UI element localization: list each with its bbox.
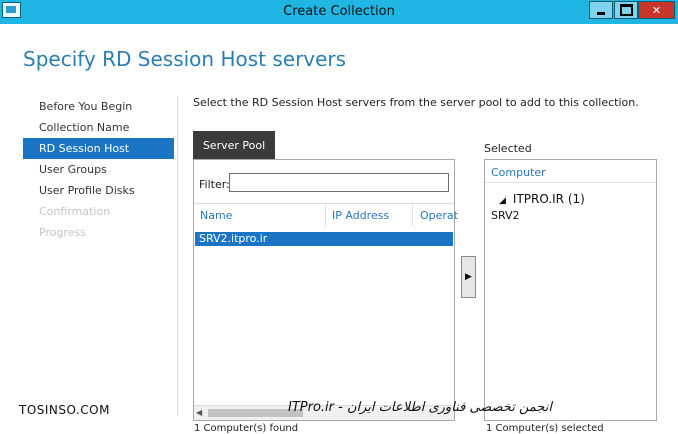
nav-item-user-groups[interactable]: User Groups xyxy=(23,159,174,180)
filter-label: Filter: xyxy=(199,178,230,191)
table-row[interactable]: SRV2.itpro.ir xyxy=(195,232,453,246)
selected-label: Selected xyxy=(484,142,532,155)
nav-item-confirmation: Confirmation xyxy=(39,205,111,218)
column-header-ip-address[interactable]: IP Address xyxy=(332,209,389,222)
scroll-left-icon[interactable]: ◀ xyxy=(196,408,206,418)
group-label: ITPRO.IR (1) xyxy=(512,192,585,206)
add-to-selected-button[interactable]: ▶ xyxy=(461,256,476,298)
page-heading: Specify RD Session Host servers xyxy=(23,47,347,71)
nav-item-collection-name[interactable]: Collection Name xyxy=(23,117,174,138)
group-itpro-ir[interactable]: ◢ ITPRO.IR (1) xyxy=(499,192,585,206)
tab-server-pool[interactable]: Server Pool xyxy=(193,131,275,159)
nav-item-rd-session-host[interactable]: RD Session Host xyxy=(23,138,174,159)
nav-divider xyxy=(177,96,178,416)
column-divider[interactable] xyxy=(412,204,413,226)
close-button[interactable]: ✕ xyxy=(638,1,675,19)
header-divider xyxy=(194,203,454,204)
watermark-left: TOSINSO.COM xyxy=(19,403,110,417)
nav-item-user-profile-disks[interactable]: User Profile Disks xyxy=(23,180,174,201)
collapse-triangle-icon[interactable]: ◢ xyxy=(499,196,506,206)
found-count: 1 Computer(s) found xyxy=(194,423,299,434)
instruction-text: Select the RD Session Host servers from … xyxy=(193,96,639,109)
column-header-name[interactable]: Name xyxy=(200,209,232,222)
selected-panel: Computer ◢ ITPRO.IR (1) SRV2 xyxy=(484,159,657,421)
selected-count: 1 Computer(s) selected xyxy=(486,423,604,434)
arrow-right-icon: ▶ xyxy=(465,272,472,282)
column-header-operating-system[interactable]: Operat xyxy=(420,209,458,222)
close-icon: ✕ xyxy=(651,3,662,17)
nav-item-progress: Progress xyxy=(39,226,86,239)
minimize-icon xyxy=(597,11,605,15)
maximize-icon xyxy=(619,4,633,16)
nav-item-before-you-begin[interactable]: Before You Begin xyxy=(23,96,174,117)
minimize-button[interactable] xyxy=(589,1,613,19)
column-header-computer[interactable]: Computer xyxy=(491,166,546,179)
watermark-right: ITPro.ir - انجمن تخصصی فناوری اطلاعات ای… xyxy=(288,400,552,415)
title-bar: Create Collection ✕ xyxy=(0,0,678,24)
window-title: Create Collection xyxy=(283,4,395,19)
column-divider[interactable] xyxy=(325,204,326,226)
header-divider xyxy=(485,182,656,183)
server-pool-panel: Filter: Name IP Address Operat SRV2.itpr… xyxy=(193,159,458,421)
list-item[interactable]: SRV2 xyxy=(491,209,520,222)
wizard-nav: Before You Begin Collection Name RD Sess… xyxy=(23,96,174,243)
filter-input[interactable] xyxy=(229,173,449,192)
maximize-button[interactable] xyxy=(614,1,638,19)
